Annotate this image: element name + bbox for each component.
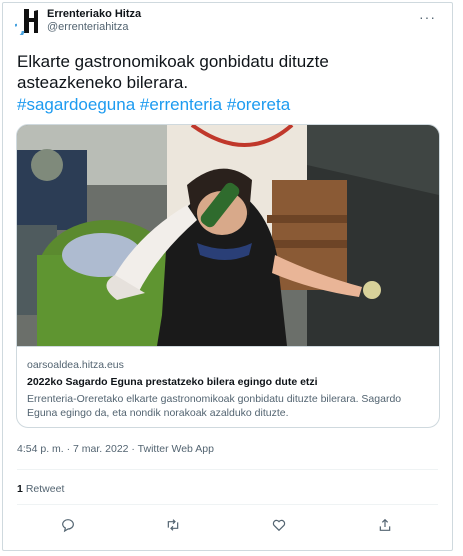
tweet-header: Errenteriako Hitza @errenteriahitza ··· — [9, 7, 440, 39]
avatar[interactable] — [9, 7, 39, 39]
retweet-icon — [167, 519, 179, 531]
retweet-count: 1 — [17, 483, 23, 495]
meta-separator: · — [66, 443, 71, 455]
account-handle[interactable]: @errenteriahitza — [47, 21, 141, 34]
retweet-button[interactable] — [163, 515, 183, 535]
meta-separator: · — [131, 443, 135, 455]
cider-pouring-photo — [17, 125, 439, 346]
hashtag-sagardoeguna[interactable]: #sagardoeguna — [17, 95, 135, 114]
card-info: oarsoaldea.hitza.eus 2022ko Sagardo Egun… — [17, 346, 439, 427]
hashtag-row: #sagardoeguna #errenteria #orereta — [17, 94, 290, 115]
share-icon — [379, 518, 391, 531]
tweet-source[interactable]: Twitter Web App — [138, 443, 214, 455]
hashtag-errenteria[interactable]: #errenteria — [140, 95, 222, 114]
card-domain: oarsoaldea.hitza.eus — [27, 359, 124, 371]
card-description: Errenteria-Oreretako elkarte gastronomik… — [27, 393, 402, 419]
display-name[interactable]: Errenteriako Hitza — [47, 8, 141, 21]
action-bar — [3, 515, 452, 537]
share-button[interactable] — [375, 515, 395, 535]
divider — [17, 504, 438, 505]
tweet-card: Errenteriako Hitza @errenteriahitza ··· … — [2, 2, 453, 551]
retweet-label: Retweet — [25, 483, 65, 495]
tweet-date[interactable]: 7 mar. 2022 — [73, 443, 128, 455]
more-options-icon[interactable]: ··· — [419, 9, 436, 25]
card-title: 2022ko Sagardo Eguna prestatzeko bilera … — [27, 376, 318, 388]
like-icon — [272, 519, 286, 532]
tweet-metadata: 4:54 p. m. · 7 mar. 2022 · Twitter Web A… — [17, 443, 214, 455]
reply-icon — [62, 519, 74, 533]
like-button[interactable] — [269, 515, 289, 535]
link-preview-card[interactable]: oarsoaldea.hitza.eus 2022ko Sagardo Egun… — [16, 124, 440, 428]
tweet-time[interactable]: 4:54 p. m. — [17, 443, 64, 455]
account-names: Errenteriako Hitza @errenteriahitza — [47, 8, 141, 34]
retweet-stats[interactable]: 1 Retweet — [17, 483, 64, 495]
divider — [17, 469, 438, 470]
tweet-text: Elkarte gastronomikoak gonbidatu dituzte… — [17, 52, 329, 92]
reply-button[interactable] — [58, 515, 78, 535]
hitza-logo-icon — [9, 9, 38, 39]
hashtag-orereta[interactable]: #orereta — [227, 95, 290, 114]
